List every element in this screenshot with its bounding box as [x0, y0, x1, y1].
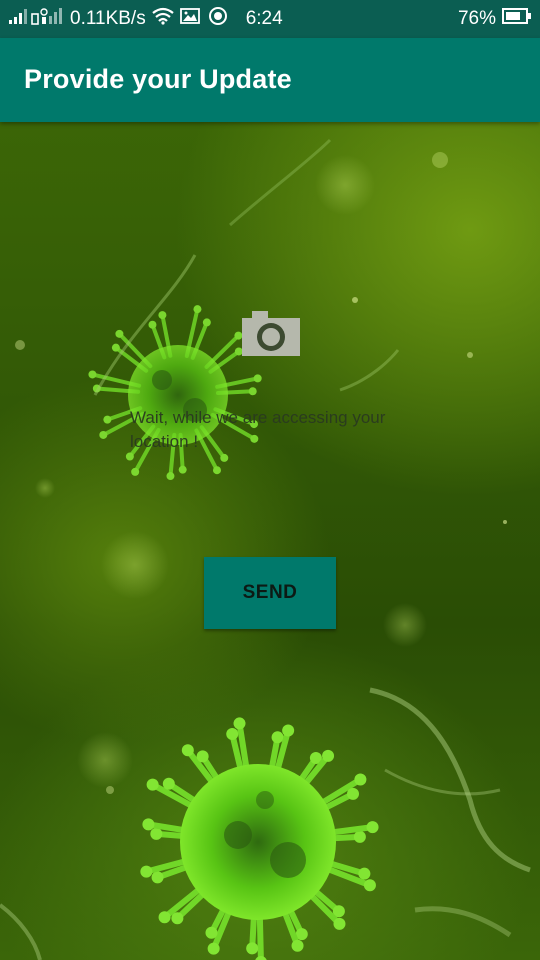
location-status-text: Wait, while we are accessing your locati…	[130, 408, 386, 451]
status-bar: 0.11KB/s 6:24 76%	[0, 0, 540, 38]
battery-percent: 76%	[457, 8, 496, 29]
camera-icon[interactable]	[238, 308, 302, 360]
send-button[interactable]: SEND	[204, 557, 336, 629]
sim-signal-icon	[40, 7, 64, 31]
app-bar: Provide your Update	[0, 38, 540, 122]
location-notification-icon	[208, 6, 228, 32]
virus-background-image	[0, 138, 531, 960]
signal-icon	[8, 7, 30, 31]
wifi-icon	[152, 7, 174, 31]
status-time: 6:24	[245, 8, 283, 29]
battery-icon	[502, 7, 532, 31]
sim-icon	[30, 7, 40, 31]
network-speed: 0.11KB/s	[70, 8, 146, 29]
page-title: Provide your Update	[24, 64, 292, 94]
image-notification-icon	[179, 7, 200, 31]
app-screen: 0.11KB/s 6:24 76% Provide your Update Wa…	[0, 0, 540, 960]
